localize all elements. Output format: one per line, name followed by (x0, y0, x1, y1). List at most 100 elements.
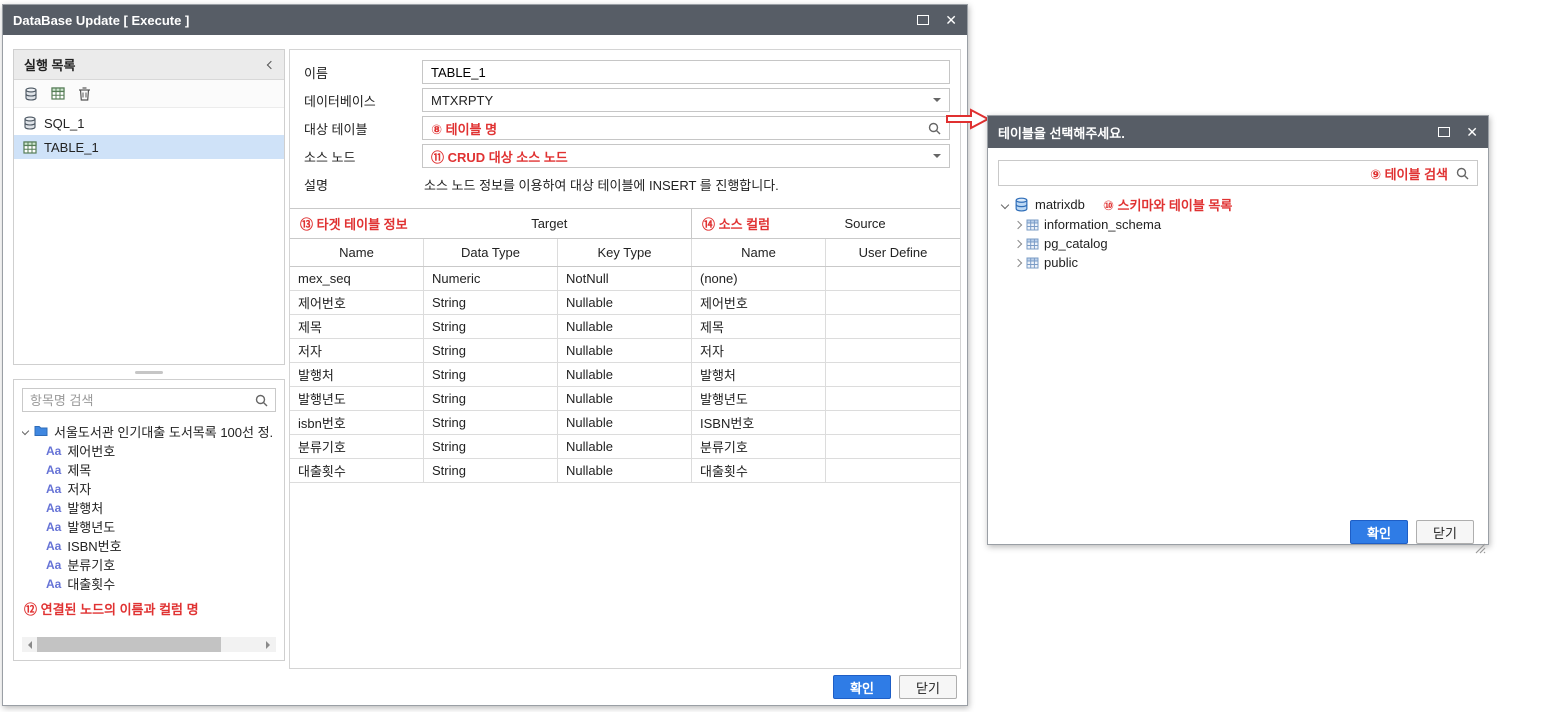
database-icon (1015, 197, 1028, 212)
chevron-right-icon[interactable] (1013, 220, 1023, 229)
cell-source-name[interactable]: 대출횟수 (692, 459, 826, 482)
table-row[interactable]: 발행년도 String Nullable 발행년도 (290, 387, 960, 411)
tree-item-label: 발행년도 (67, 520, 116, 535)
tree-column-item[interactable]: Aa 분류기호 (22, 555, 276, 574)
table-row[interactable]: mex_seq Numeric NotNull (none) (290, 267, 960, 291)
chevron-right-icon[interactable] (1013, 258, 1023, 267)
cell-source-name[interactable]: 저자 (692, 339, 826, 362)
close-icon[interactable]: ✕ (945, 13, 957, 27)
tree-column-item[interactable]: Aa 발행처 (22, 498, 276, 517)
tree-column-item[interactable]: Aa 제어번호 (22, 441, 276, 460)
delete-button[interactable] (78, 86, 91, 101)
tree-column-item[interactable]: Aa 발행년도 (22, 517, 276, 536)
ok-button[interactable]: 확인 (833, 675, 891, 699)
cell-source-name[interactable]: ISBN번호 (692, 411, 826, 434)
maximize-icon[interactable] (1438, 127, 1451, 137)
cell-userdefine[interactable] (826, 339, 960, 362)
cell-keytype: Nullable (558, 315, 692, 338)
table-row[interactable]: 저자 String Nullable 저자 (290, 339, 960, 363)
schema-icon (1026, 257, 1039, 268)
scroll-left-icon[interactable] (22, 637, 37, 652)
cell-userdefine[interactable] (826, 435, 960, 458)
tree-column-item[interactable]: Aa 대출횟수 (22, 574, 276, 593)
table-row[interactable]: 대출횟수 String Nullable 대출횟수 (290, 459, 960, 483)
table-row[interactable]: isbn번호 String Nullable ISBN번호 (290, 411, 960, 435)
cell-source-name[interactable]: 발행년도 (692, 387, 826, 410)
horizontal-scrollbar[interactable] (22, 637, 276, 652)
maximize-icon[interactable] (917, 15, 930, 25)
cell-source-name[interactable]: 제목 (692, 315, 826, 338)
cell-datatype: String (424, 291, 558, 314)
annotation-source-column: ⑭ 소스 컬럼 (702, 217, 771, 232)
tree-column-item[interactable]: Aa ISBN번호 (22, 536, 276, 555)
scrollbar-track[interactable] (37, 637, 261, 652)
chevron-right-icon[interactable] (1013, 239, 1023, 248)
col-header-keytype: Key Type (558, 239, 692, 266)
target-table-field[interactable]: ⑧ 테이블 명 (422, 116, 950, 140)
node-search-input[interactable] (30, 392, 249, 408)
exec-item-label: SQL_1 (44, 115, 85, 131)
cell-source-name[interactable]: 제어번호 (692, 291, 826, 314)
schema-children: information_schema pg_catalog public (1002, 215, 1488, 272)
chevron-down-icon[interactable] (22, 426, 30, 436)
schema-node[interactable]: pg_catalog (1002, 234, 1488, 253)
schema-icon (1026, 219, 1039, 230)
search-icon[interactable] (255, 394, 268, 407)
close-icon[interactable]: ✕ (1466, 125, 1478, 139)
add-table-button[interactable] (51, 87, 65, 100)
cell-userdefine[interactable] (826, 267, 960, 290)
table-search-input[interactable] (1007, 165, 1362, 181)
tree-column-item[interactable]: Aa 저자 (22, 479, 276, 498)
table-search-box[interactable]: ⑨ 테이블 검색 (998, 160, 1478, 186)
cell-source-name[interactable]: 분류기호 (692, 435, 826, 458)
tree-item-label: 발행처 (67, 501, 104, 516)
schema-node[interactable]: public (1002, 253, 1488, 272)
table-search-annotation: ⑨ 테이블 검색 (1369, 166, 1448, 182)
close-button[interactable]: 닫기 (899, 675, 957, 699)
table-row[interactable]: 분류기호 String Nullable 분류기호 (290, 435, 960, 459)
table-row[interactable]: 제목 String Nullable 제목 (290, 315, 960, 339)
table-row[interactable]: 제어번호 String Nullable 제어번호 (290, 291, 960, 315)
cell-userdefine[interactable] (826, 387, 960, 410)
add-sql-button[interactable] (24, 87, 38, 101)
close-button[interactable]: 닫기 (1416, 520, 1474, 544)
collapse-icon[interactable] (266, 60, 276, 69)
sidebar-splitter[interactable] (13, 365, 285, 379)
execution-list-header: 실행 목록 (14, 50, 284, 80)
splitter-grip-icon (135, 370, 163, 374)
resize-grip[interactable] (1475, 543, 1486, 554)
chevron-down-icon[interactable] (1000, 200, 1010, 209)
table-search-icon[interactable] (928, 122, 941, 135)
node-search-box[interactable] (22, 388, 276, 412)
cell-source-name[interactable]: (none) (692, 267, 826, 290)
scroll-right-icon[interactable] (261, 637, 276, 652)
text-column-icon: Aa (46, 443, 62, 458)
cell-userdefine[interactable] (826, 315, 960, 338)
cell-userdefine[interactable] (826, 363, 960, 386)
cell-source-name[interactable]: 발행처 (692, 363, 826, 386)
name-field[interactable] (422, 60, 950, 84)
text-column-icon: Aa (46, 462, 62, 477)
cell-datatype: String (424, 411, 558, 434)
cell-userdefine[interactable] (826, 411, 960, 434)
cell-datatype: String (424, 339, 558, 362)
exec-item-sql1[interactable]: SQL_1 (14, 111, 284, 135)
tree-column-item[interactable]: Aa 제목 (22, 460, 276, 479)
source-node-select[interactable]: ⑪ CRUD 대상 소스 노드 (422, 144, 950, 168)
dialog-title: 테이블을 선택해주세요. (998, 125, 1125, 141)
tree-children: Aa 제어번호 Aa 제목 Aa 저자 Aa 발행처 Aa 발행년도 Aa IS… (22, 441, 276, 593)
name-input[interactable] (431, 64, 941, 80)
tree-root-node[interactable]: 서울도서관 인기대출 도서목록 100선 정. (22, 421, 276, 441)
annotation-node-columns: ⑫ 연결된 노드의 이름과 컬럼 명 (24, 602, 199, 617)
cell-userdefine[interactable] (826, 459, 960, 482)
exec-item-table1[interactable]: TABLE_1 (14, 135, 284, 159)
schema-node[interactable]: information_schema (1002, 215, 1488, 234)
search-icon[interactable] (1456, 167, 1469, 180)
scrollbar-thumb[interactable] (37, 637, 221, 652)
database-select[interactable]: MTXRPTY (422, 88, 950, 112)
ok-button[interactable]: 확인 (1350, 520, 1408, 544)
cell-userdefine[interactable] (826, 291, 960, 314)
database-root-node[interactable]: matrixdb ⑩ 스키마와 테이블 목록 (1000, 194, 1488, 215)
table-row[interactable]: 발행처 String Nullable 발행처 (290, 363, 960, 387)
cell-datatype: String (424, 435, 558, 458)
